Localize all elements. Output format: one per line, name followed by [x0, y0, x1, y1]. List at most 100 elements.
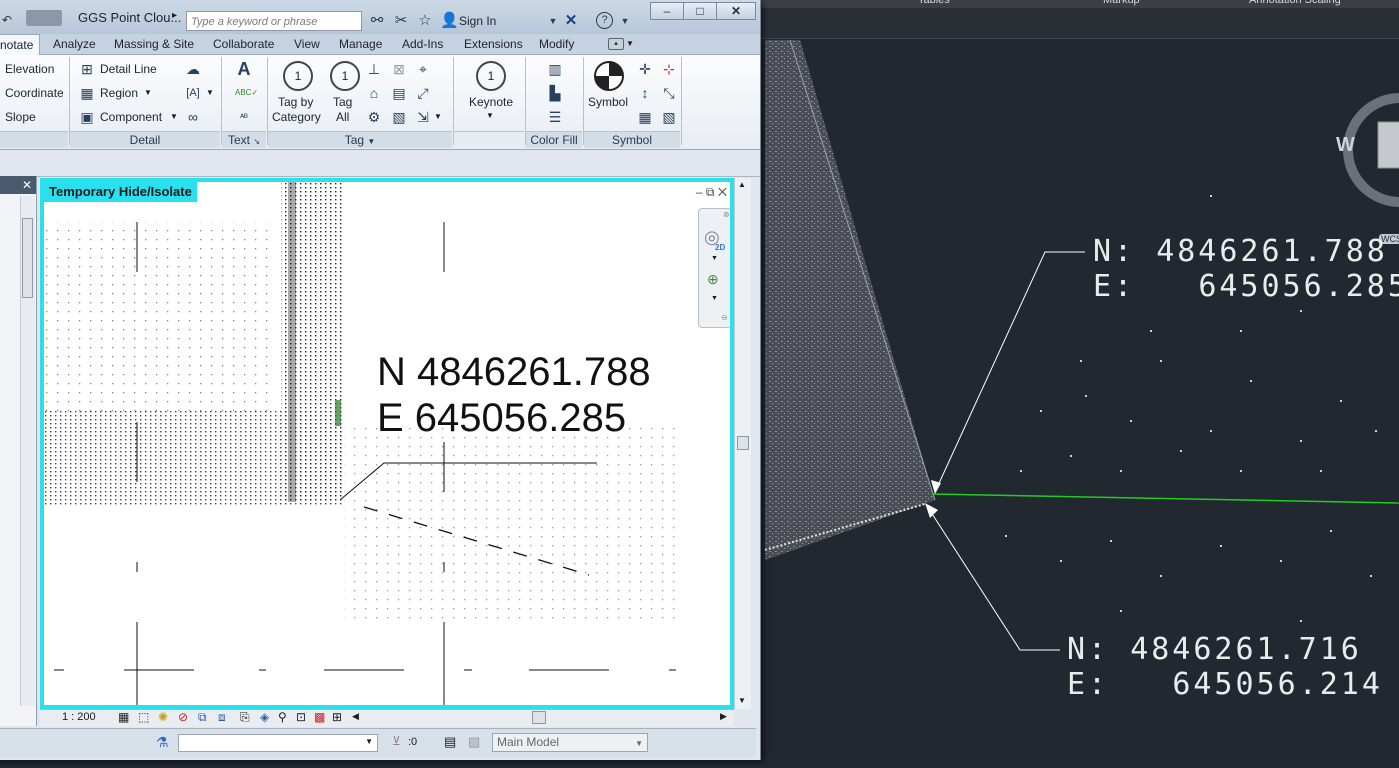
panel-title-text[interactable]: Text ↘ — [222, 131, 266, 148]
panel-title-symbol[interactable]: Symbol — [584, 131, 680, 148]
panel-title-detail[interactable]: Detail — [70, 131, 220, 148]
detail-level-icon[interactable]: ▦ — [118, 710, 129, 724]
pipe-legend-icon[interactable]: ☰ — [546, 108, 564, 126]
temporary-hide-icon[interactable]: ◈ — [260, 710, 269, 724]
user-icon[interactable]: 👤 — [440, 12, 459, 30]
panel-title-color-fill[interactable]: Color Fill — [526, 131, 582, 148]
fabric-icon[interactable]: ▦ — [636, 108, 654, 126]
tab-manage[interactable]: Manage — [339, 37, 382, 51]
spot-slope-button[interactable]: Slope — [5, 110, 36, 124]
tag-all-line2[interactable]: All — [336, 110, 349, 124]
tag-all-line1[interactable]: Tag — [333, 95, 352, 109]
help-icon[interactable]: ? — [596, 12, 613, 29]
horizontal-scroll-thumb[interactable] — [532, 711, 546, 724]
spot-coordinate-button[interactable]: Coordinate — [5, 86, 64, 100]
vertical-scroll-thumb[interactable] — [737, 436, 749, 450]
tab-add-ins[interactable]: Add-Ins — [402, 37, 443, 51]
maximize-button[interactable]: □ — [683, 2, 717, 20]
view-minimize-icon[interactable]: – — [696, 185, 703, 199]
view-scale-button[interactable]: 1 : 200 — [62, 711, 96, 723]
close-button[interactable]: ✕ — [716, 2, 756, 20]
area-tag-icon[interactable]: ⊠ — [390, 60, 408, 78]
tab-modify[interactable]: Modify — [539, 37, 574, 51]
panel-title-tag[interactable]: Tag ▼ — [268, 131, 452, 148]
view-reference-icon[interactable]: ▧ — [390, 108, 408, 126]
minimize-button[interactable]: – — [650, 2, 684, 20]
search-input[interactable]: Type a keyword or phrase — [186, 11, 362, 31]
stair-icon[interactable]: ↕ — [636, 84, 654, 102]
reveal-hidden-icon[interactable]: ⚲ — [278, 710, 287, 724]
symbol-icon[interactable] — [594, 61, 624, 91]
beam-system-icon[interactable]: ⊹ — [660, 60, 678, 78]
detail-line-button[interactable]: Detail Line — [100, 62, 157, 76]
span-direction-icon[interactable]: ✛ — [636, 60, 654, 78]
tag-by-category-line1[interactable]: Tag by — [278, 95, 313, 109]
component-button[interactable]: Component — [100, 110, 162, 124]
tag-by-category-icon[interactable]: 1 — [283, 61, 313, 91]
workset-dropdown-icon[interactable]: ▼ — [365, 737, 373, 746]
design-option-select[interactable]: Main Model ▼ — [492, 733, 648, 752]
undo-icon[interactable]: ↶ — [2, 13, 12, 27]
hscroll-left-icon[interactable]: ◀ — [352, 711, 359, 722]
detail-group-dropdown-icon[interactable]: ▼ — [206, 88, 214, 97]
stair-path-icon[interactable]: ⤢ — [414, 84, 432, 102]
tab-view[interactable]: View — [294, 37, 320, 51]
sign-in-button[interactable]: Sign In — [459, 14, 496, 28]
unlocked-3d-view-icon[interactable]: ⎘ — [240, 710, 250, 725]
area-reinforcement-icon[interactable]: ⤡ — [660, 84, 678, 102]
text-tool-icon[interactable]: A — [235, 60, 253, 78]
region-dropdown-icon[interactable]: ▼ — [144, 88, 152, 97]
keynote-button[interactable]: Keynote — [469, 95, 513, 109]
filter-icon[interactable]: ⊻ — [392, 734, 401, 748]
ribbon-options-icon[interactable]: ▼ — [626, 39, 634, 48]
hscroll-right-icon[interactable]: ▶ — [720, 711, 727, 722]
active-workset-select[interactable]: ▼ — [178, 734, 378, 752]
navbar-close-icon[interactable]: ⊗ — [723, 210, 730, 219]
subscription-icon[interactable]: ✂ — [392, 12, 410, 30]
tab-analyze[interactable]: Analyze — [53, 37, 96, 51]
tab-annotate[interactable]: notate — [0, 34, 41, 55]
scroll-down-icon[interactable]: ▼ — [738, 696, 746, 705]
tab-collaborate[interactable]: Collaborate — [213, 37, 274, 51]
tab-massing-site[interactable]: Massing & Site — [114, 37, 194, 51]
space-tag-icon[interactable]: ⌖ — [414, 60, 432, 78]
help-dropdown-icon[interactable]: ▼ — [616, 12, 634, 30]
design-options-icon[interactable]: ▧ — [468, 734, 480, 750]
navbar-options-icon[interactable]: ⊖ — [721, 313, 728, 322]
sun-path-icon[interactable]: ✺ — [158, 710, 168, 724]
tag-panel-dropdown-icon[interactable]: ▼ — [367, 137, 375, 146]
revision-cloud-icon[interactable]: ☁ — [184, 60, 202, 78]
symbol-button[interactable]: Symbol — [588, 95, 628, 109]
region-icon[interactable]: ▦ — [78, 84, 96, 102]
visual-style-icon[interactable]: ⬚ — [138, 710, 149, 724]
keynote-dropdown-icon[interactable]: ▼ — [486, 111, 494, 120]
signin-dropdown-icon[interactable]: ▼ — [544, 12, 562, 30]
tag-by-category-line2[interactable]: Category — [272, 110, 321, 124]
color-fill-legend-icon[interactable]: ▥ — [546, 60, 564, 78]
room-tag-icon[interactable]: ▤ — [390, 84, 408, 102]
material-tag-icon[interactable]: ⚙ — [365, 108, 383, 126]
reveal-constraints-icon[interactable]: ⊞ — [332, 710, 342, 724]
ribbon-minimize-icon[interactable]: ▴ — [608, 38, 624, 50]
favorites-star-icon[interactable]: ☆ — [416, 12, 434, 30]
editable-only-icon[interactable]: ▤ — [444, 734, 456, 750]
project-browser-close-icon[interactable]: ✕ — [0, 176, 36, 194]
design-option-dropdown-icon[interactable]: ▼ — [635, 735, 643, 752]
beam-annotation-icon[interactable]: ⊥ — [365, 60, 383, 78]
find-replace-icon[interactable]: ᴬᴮ — [235, 108, 253, 126]
component-dropdown-icon[interactable]: ▼ — [170, 112, 178, 121]
highlight-displacement-icon[interactable]: ▩ — [314, 710, 325, 724]
view-vertical-scrollbar[interactable]: ▲ ▼ — [734, 178, 751, 709]
region-button[interactable]: Region — [100, 86, 138, 100]
crop-view-icon[interactable]: ⧉ — [198, 710, 207, 725]
tag-more-dropdown-icon[interactable]: ▼ — [434, 112, 442, 121]
multi-category-tag-icon[interactable]: ⌂ — [365, 84, 383, 102]
panel-title-dimension[interactable] — [0, 131, 68, 148]
tread-number-icon[interactable]: ⇲ — [414, 108, 432, 126]
keynote-icon[interactable]: 1 — [476, 61, 506, 91]
component-icon[interactable]: ▣ — [78, 108, 96, 126]
spot-elevation-button[interactable]: Elevation — [5, 62, 54, 76]
binoculars-icon[interactable]: ⚯ — [368, 12, 386, 30]
zoom-region-icon[interactable]: ⊕ — [707, 271, 719, 288]
view-close-icon[interactable]: ✕ — [718, 185, 727, 199]
